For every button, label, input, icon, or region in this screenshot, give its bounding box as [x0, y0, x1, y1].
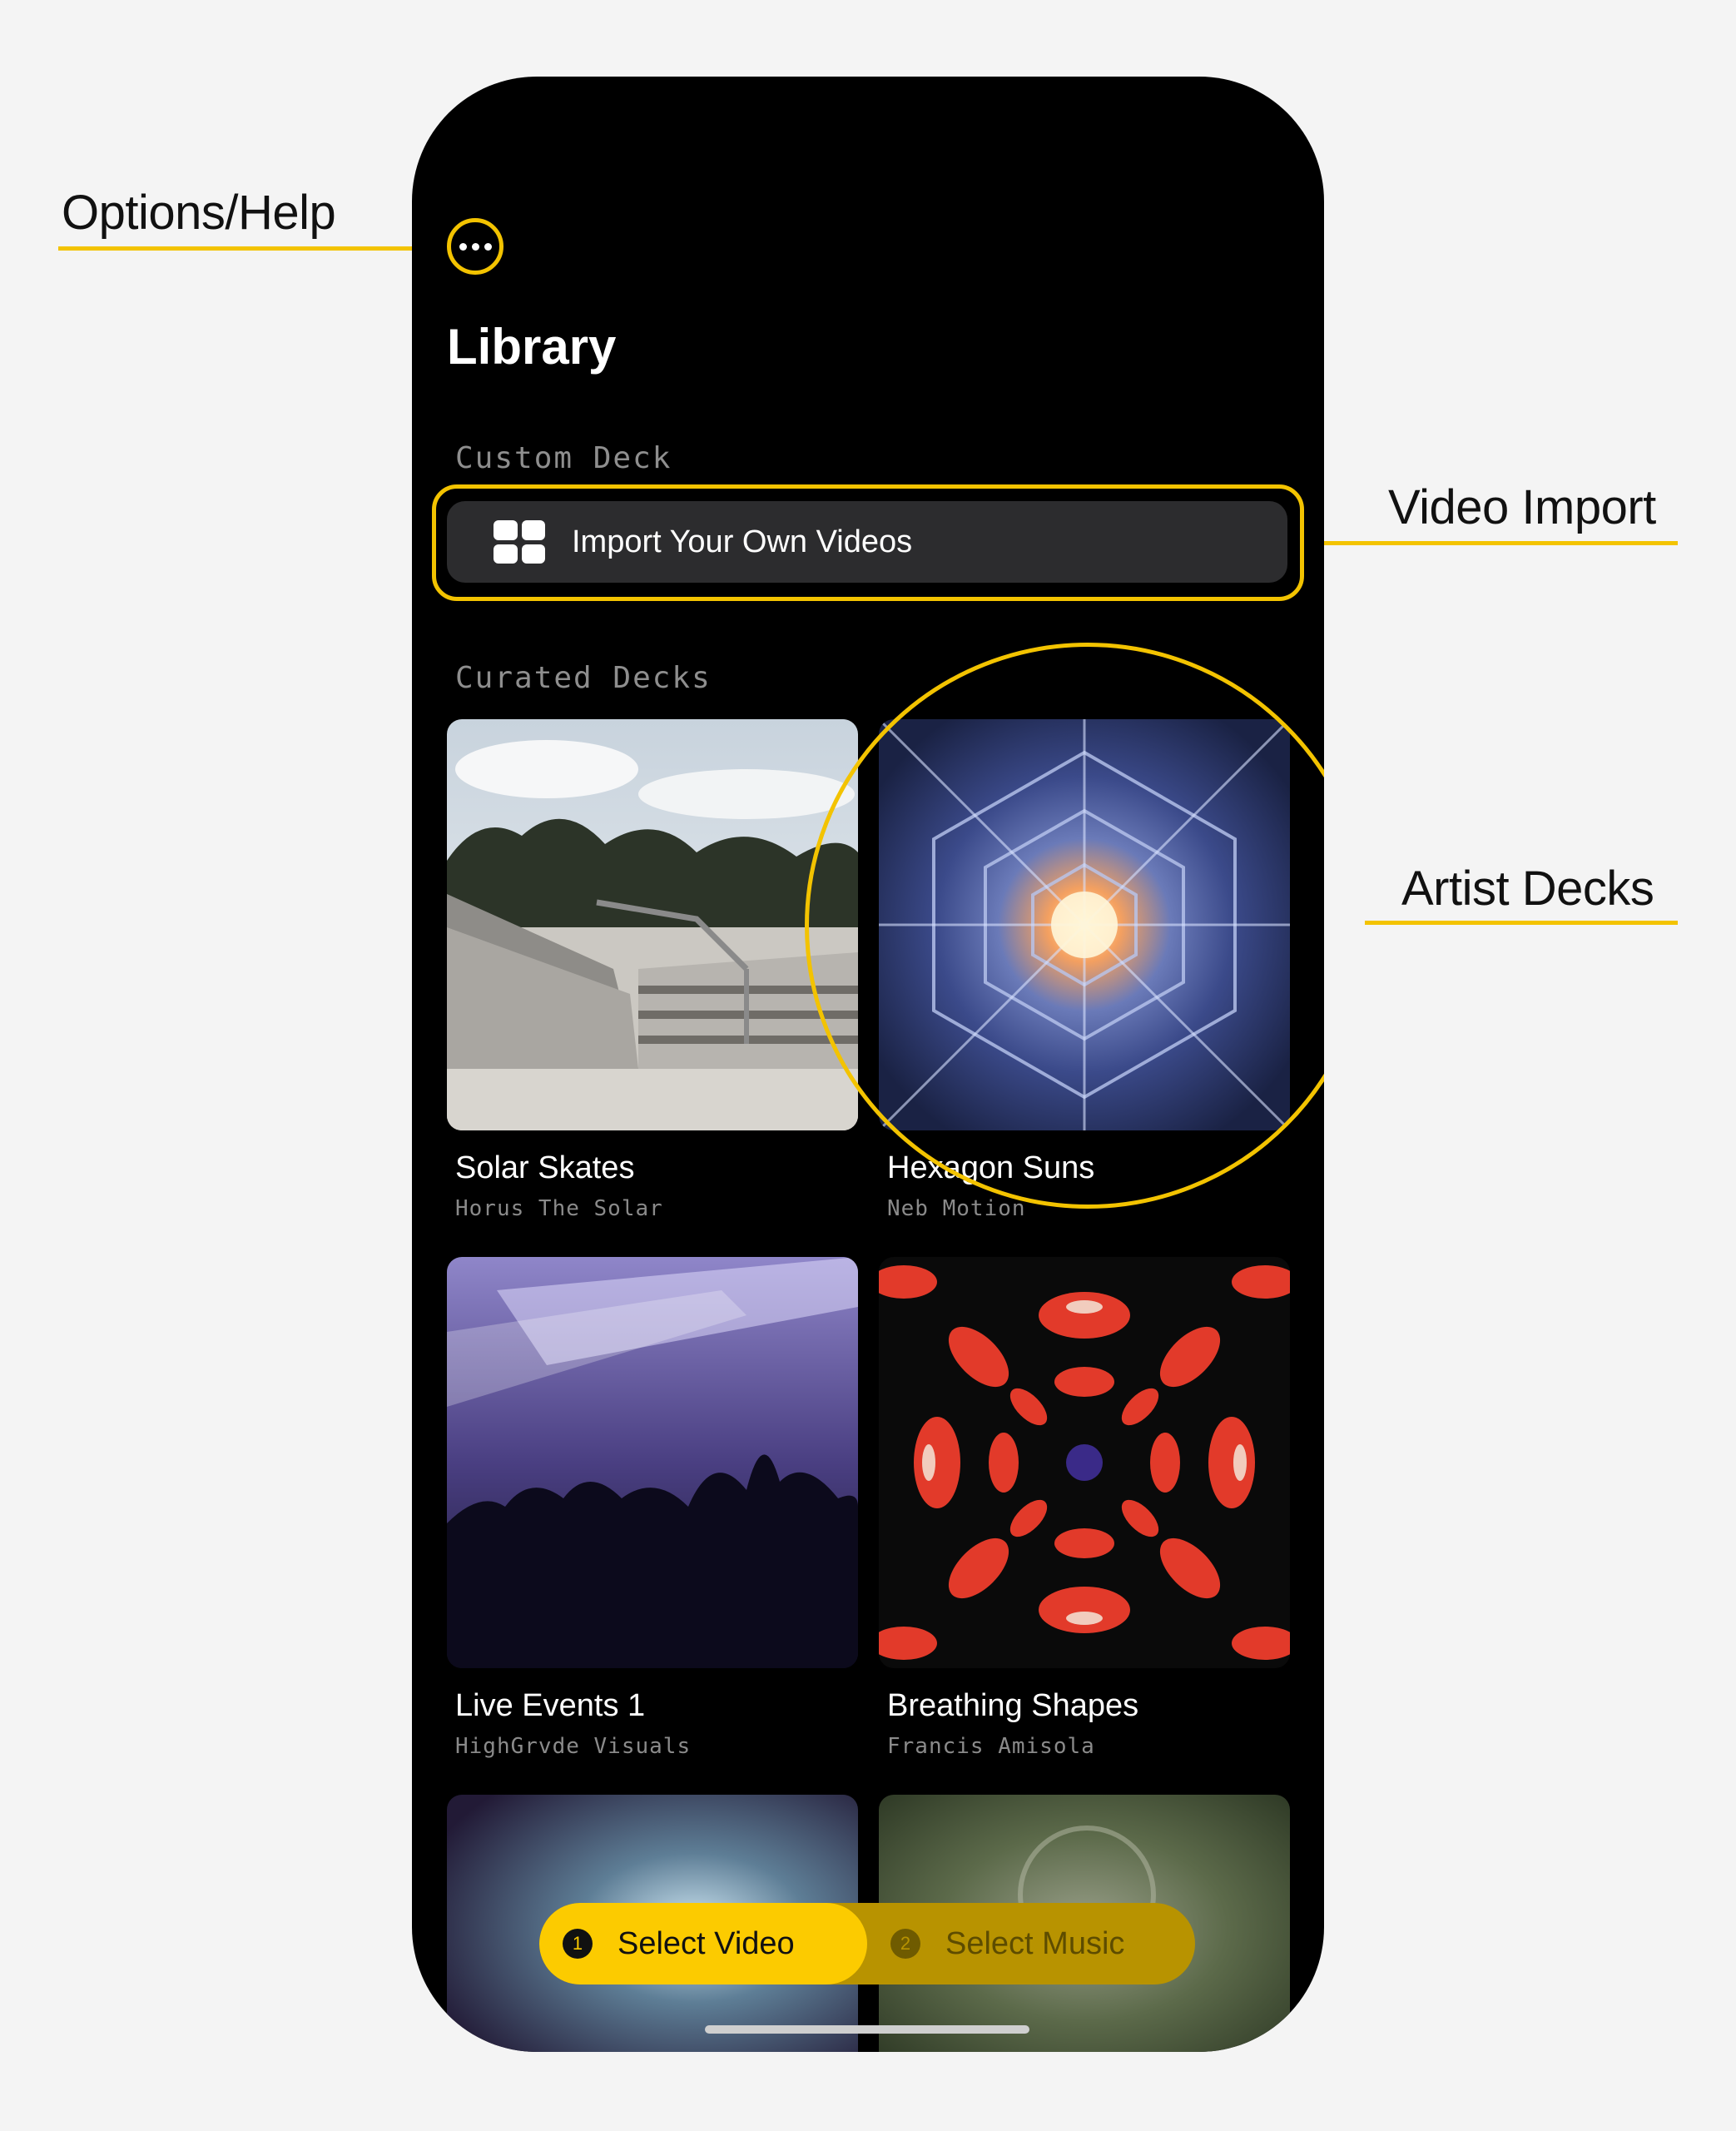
grid-icon: [494, 520, 545, 564]
step-2-badge: 2: [890, 1929, 920, 1959]
select-video-label: Select Video: [618, 1925, 795, 1961]
import-button-label: Import Your Own Videos: [572, 524, 913, 559]
deck-card-solar-skates[interactable]: Solar Skates Horus The Solar: [447, 719, 858, 1221]
more-dot: [484, 242, 492, 251]
annotation-line-artist: [1365, 921, 1678, 925]
deck-thumbnail: [879, 1257, 1290, 1668]
deck-title: Solar Skates: [455, 1150, 635, 1185]
deck-title: Breathing Shapes: [887, 1688, 1139, 1723]
annotation-line-options: [58, 246, 449, 251]
deck-artist: HighGrvde Visuals: [455, 1734, 692, 1759]
annotation-video-import: Video Import: [1388, 480, 1656, 534]
home-indicator[interactable]: [705, 2025, 1029, 2034]
deck-artist: Francis Amisola: [887, 1734, 1095, 1759]
more-horizontal-icon: [459, 242, 467, 251]
deck-thumbnail: [447, 1257, 858, 1668]
deck-card-live-events[interactable]: Live Events 1 HighGrvde Visuals: [447, 1257, 858, 1759]
annotation-line-import: [1302, 541, 1678, 545]
deck-thumbnail: [447, 719, 858, 1130]
custom-deck-heading: Custom Deck: [455, 441, 672, 475]
annotation-artist-decks: Artist Decks: [1401, 862, 1654, 916]
annotation-options-help: Options/Help: [62, 186, 336, 240]
deck-card-breathing-shapes[interactable]: Breathing Shapes Francis Amisola: [879, 1257, 1290, 1759]
import-videos-button[interactable]: Import Your Own Videos: [447, 501, 1287, 583]
phone-screen: Library Custom Deck Import Your Own Vide…: [412, 77, 1324, 2052]
more-dot: [471, 242, 479, 251]
select-music-label: Select Music: [945, 1925, 1125, 1961]
select-music-tab[interactable]: 2 Select Music: [867, 1903, 1195, 1984]
step-1-badge: 1: [563, 1929, 593, 1959]
deck-artist: Horus The Solar: [455, 1196, 663, 1221]
curated-decks-heading: Curated Decks: [455, 661, 712, 695]
options-more-button[interactable]: [447, 218, 503, 275]
select-video-tab[interactable]: 1 Select Video: [539, 1903, 867, 1984]
step-selector: 1 Select Video 2 Select Music: [539, 1903, 1195, 1984]
deck-title: Live Events 1: [455, 1688, 646, 1723]
page-title: Library: [447, 319, 617, 375]
